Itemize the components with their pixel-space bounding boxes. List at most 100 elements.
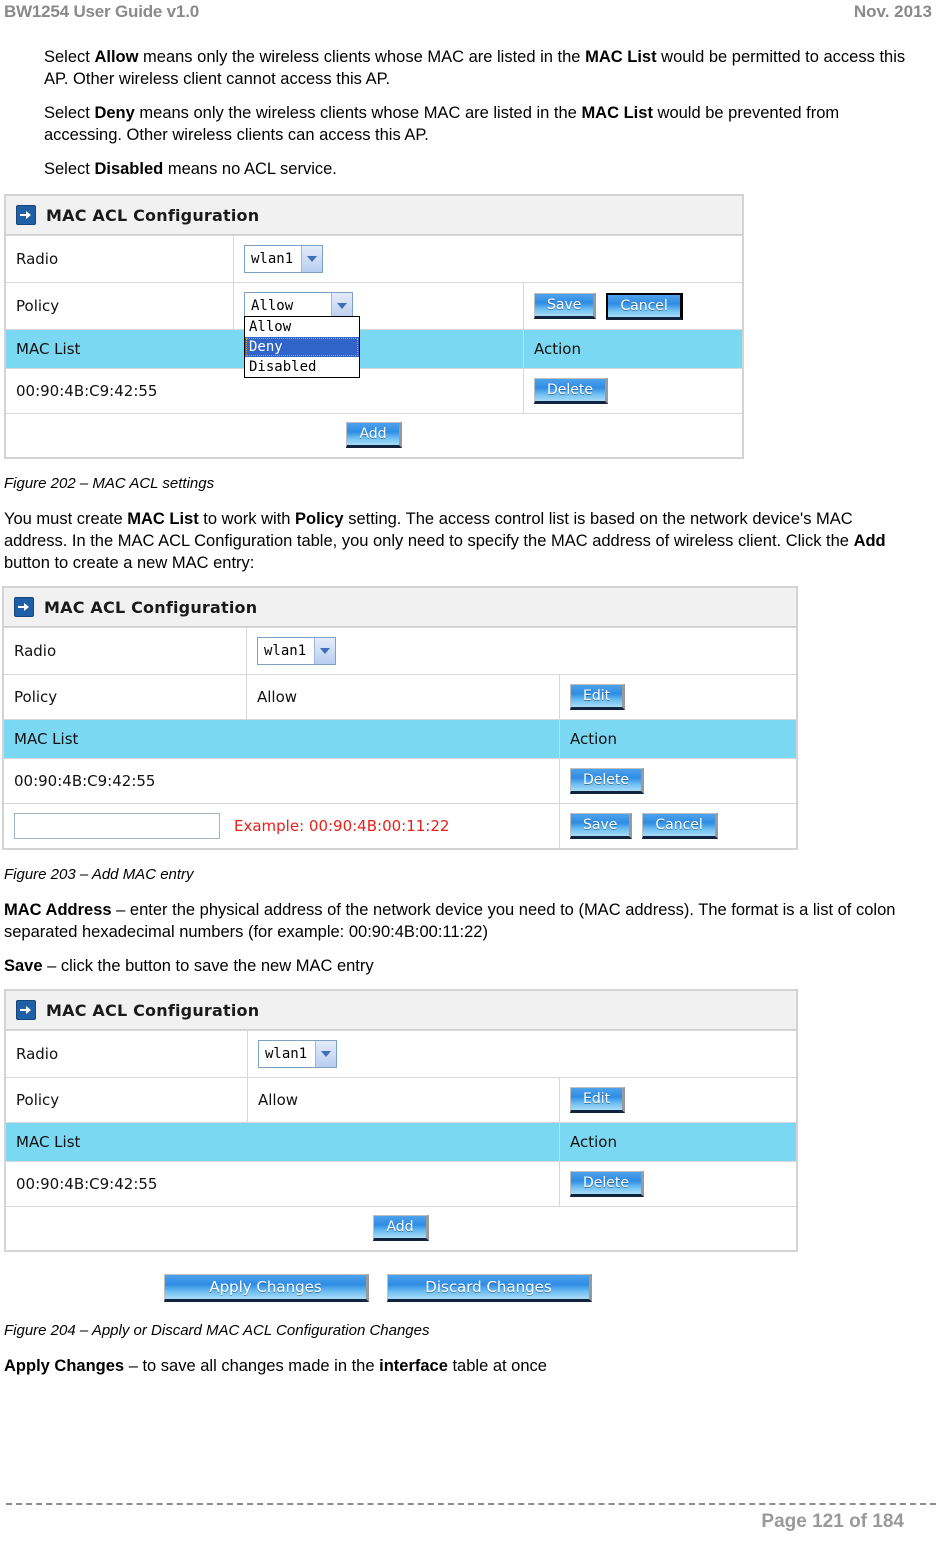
add-row: Add	[6, 1206, 796, 1250]
mac-entry-action-cell: Delete	[524, 369, 742, 413]
text: Select	[44, 104, 95, 122]
save-button[interactable]: Save	[570, 813, 633, 839]
mac-add-cell: Example: 00:90:4B:00:11:22	[4, 804, 560, 848]
page-content: Select Allow means only the wireless cli…	[0, 46, 942, 1377]
running-head: BW1254 User Guide v1.0 Nov. 2013	[0, 0, 942, 28]
bold-apply-changes: Apply Changes	[4, 1357, 125, 1375]
panel-title-text: MAC ACL Configuration	[44, 597, 258, 617]
delete-button[interactable]: Delete	[570, 1171, 644, 1197]
paragraph-save: Save – click the button to save the new …	[0, 955, 942, 977]
action-header: Action	[560, 720, 796, 758]
policy-action-cell: Edit	[560, 1078, 796, 1122]
radio-select[interactable]: wlan1	[257, 637, 337, 665]
mac-add-action-cell: Save Cancel	[560, 804, 796, 848]
paragraph-allow: Select Allow means only the wireless cli…	[0, 46, 942, 90]
text: Select	[44, 160, 95, 178]
bold-save: Save	[4, 957, 43, 975]
running-head-title: BW1254 User Guide v1.0	[4, 2, 199, 21]
edit-button[interactable]: Edit	[570, 684, 626, 710]
radio-label: Radio	[6, 236, 234, 282]
chevron-down-icon[interactable]	[314, 638, 336, 664]
policy-row: Policy Allow Edit	[6, 1077, 796, 1122]
radio-select[interactable]: wlan1	[244, 245, 324, 273]
maclist-header-row: MAC List Action	[6, 1122, 796, 1161]
policy-option-allow[interactable]: Allow	[245, 317, 359, 337]
apply-changes-button[interactable]: Apply Changes	[164, 1274, 369, 1302]
bold-add: Add	[853, 532, 886, 550]
page-number: Page 121 of 184	[761, 1511, 904, 1532]
maclist-header: MAC List	[6, 1123, 560, 1161]
radio-value-cell: wlan1	[234, 236, 742, 282]
add-button-wrap: Add	[6, 414, 742, 457]
bold-policy: Policy	[295, 510, 344, 528]
apply-discard-row: Apply Changes Discard Changes	[0, 1274, 942, 1302]
running-head-date: Nov. 2013	[853, 2, 932, 21]
bold-mac-list: MAC List	[581, 104, 653, 122]
cancel-button[interactable]: Cancel	[642, 813, 718, 839]
bold-mac-list: MAC List	[585, 48, 657, 66]
delete-button[interactable]: Delete	[534, 378, 608, 404]
bold-allow: Allow	[94, 48, 139, 66]
maclist-header-row: MAC List Action	[4, 719, 796, 758]
text: to work with	[198, 510, 295, 528]
mac-entry-row: 00:90:4B:C9:42:55 Delete	[6, 368, 742, 413]
cancel-button[interactable]: Cancel	[606, 292, 683, 320]
radio-row: Radio wlan1	[4, 627, 796, 674]
text: – click the button to save the new MAC e…	[42, 957, 374, 975]
edit-button[interactable]: Edit	[570, 1087, 626, 1113]
delete-button[interactable]: Delete	[570, 768, 644, 794]
bold-mac-address: MAC Address	[4, 901, 112, 919]
text: You must create	[4, 510, 128, 528]
mac-entry-value: 00:90:4B:C9:42:55	[6, 1162, 560, 1206]
bold-disabled: Disabled	[94, 160, 164, 178]
radio-row: Radio wlan1	[6, 235, 742, 282]
policy-row: Policy Allow Allow Deny Disabled Save Ca…	[6, 282, 742, 378]
text: – to save all changes made in the	[124, 1357, 380, 1375]
caption-figure-204: Figure 204 – Apply or Discard MAC ACL Co…	[4, 1322, 430, 1339]
chevron-down-icon[interactable]	[301, 246, 323, 272]
paragraph-disabled: Select Disabled means no ACL service.	[0, 158, 942, 180]
mac-address-input[interactable]	[14, 813, 220, 839]
figure-204-panel: MAC ACL Configuration Radio wlan1 Policy…	[4, 989, 798, 1252]
policy-label: Policy	[6, 1078, 248, 1122]
mac-entry-value: 00:90:4B:C9:42:55	[4, 759, 560, 803]
arrow-right-icon	[16, 205, 36, 225]
text: – enter the physical address of the netw…	[4, 901, 896, 941]
policy-label: Policy	[4, 675, 247, 719]
add-button[interactable]: Add	[373, 1215, 429, 1241]
caption-figure-202: Figure 202 – MAC ACL settings	[4, 475, 215, 492]
text: means only the wireless clients whose MA…	[138, 48, 586, 66]
policy-label: Policy	[6, 283, 234, 329]
radio-select-value: wlan1	[264, 643, 307, 659]
radio-label: Radio	[6, 1031, 248, 1077]
panel-title-text: MAC ACL Configuration	[46, 205, 260, 225]
radio-label: Radio	[4, 628, 247, 674]
policy-option-disabled[interactable]: Disabled	[245, 357, 359, 377]
radio-select[interactable]: wlan1	[258, 1040, 338, 1068]
save-button[interactable]: Save	[534, 293, 597, 319]
arrow-right-icon	[14, 597, 34, 617]
policy-dropdown-list[interactable]: Allow Deny Disabled	[244, 316, 360, 378]
panel-title-text: MAC ACL Configuration	[46, 1000, 260, 1020]
action-header: Action	[524, 330, 742, 368]
mac-entry-action-cell: Delete	[560, 759, 796, 803]
arrow-right-icon	[16, 1000, 36, 1020]
figure-203-panel: MAC ACL Configuration Radio wlan1 Policy…	[2, 586, 798, 850]
mac-entry-row: 00:90:4B:C9:42:55 Delete	[6, 1161, 796, 1206]
radio-value-cell: wlan1	[248, 1031, 796, 1077]
add-button[interactable]: Add	[346, 422, 402, 448]
discard-changes-button[interactable]: Discard Changes	[387, 1274, 592, 1302]
text: Select	[44, 48, 95, 66]
radio-value-cell: wlan1	[247, 628, 796, 674]
paragraph-apply-changes: Apply Changes – to save all changes made…	[0, 1355, 942, 1377]
bold-interface: interface	[379, 1357, 448, 1375]
paragraph-mac-address: MAC Address – enter the physical address…	[0, 899, 942, 943]
policy-value-cell: Allow Allow Deny Disabled	[234, 283, 524, 378]
caption-figure-203: Figure 203 – Add MAC entry	[4, 866, 194, 883]
mac-entry-action-cell: Delete	[560, 1162, 796, 1206]
policy-action-cell: Edit	[560, 675, 796, 719]
mac-example-hint: Example: 00:90:4B:00:11:22	[234, 817, 450, 835]
policy-option-deny[interactable]: Deny	[245, 337, 359, 357]
chevron-down-icon[interactable]	[315, 1041, 337, 1067]
paragraph-maclist-intro: You must create MAC List to work with Po…	[0, 508, 942, 574]
